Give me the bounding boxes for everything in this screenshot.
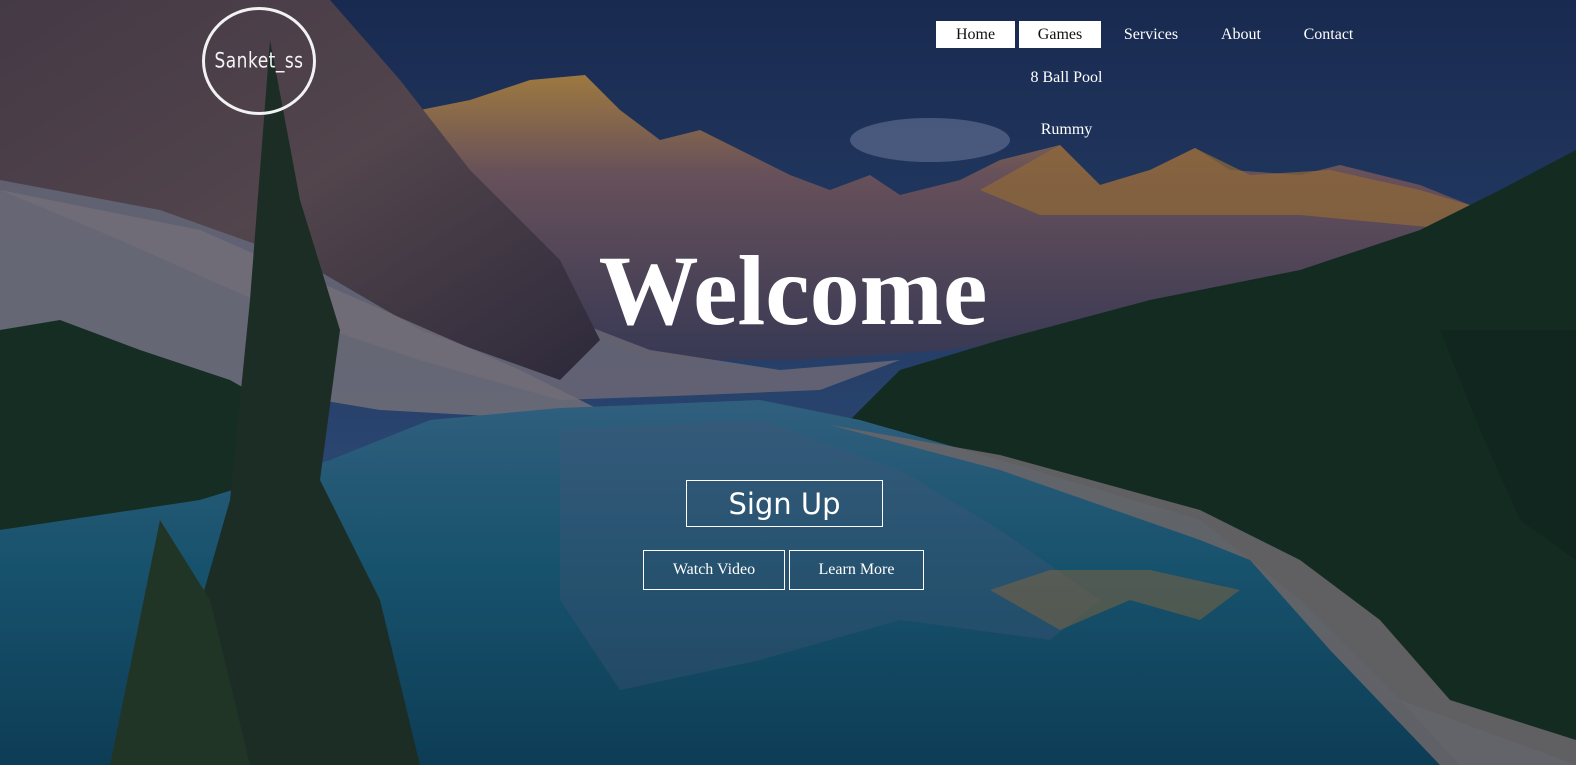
games-dropdown: 8 Ball Pool Rummy [1019, 66, 1114, 142]
hero-title: Welcome [598, 235, 988, 346]
learn-more-button[interactable]: Learn More [789, 550, 924, 590]
watch-video-button[interactable]: Watch Video [643, 550, 785, 590]
nav-home[interactable]: Home [936, 21, 1015, 48]
nav-services[interactable]: Services [1101, 21, 1201, 48]
site-logo[interactable]: Sanket_ss [202, 7, 316, 115]
dropdown-item-8-ball-pool[interactable]: 8 Ball Pool [1019, 66, 1114, 90]
logo-text: Sanket_ss [214, 48, 304, 74]
nav-games[interactable]: Games [1019, 21, 1101, 48]
main-nav: Home Games Services About Contact [936, 21, 1376, 48]
sign-up-button[interactable]: Sign Up [686, 480, 883, 527]
nav-contact[interactable]: Contact [1281, 21, 1376, 48]
background-dim-overlay [0, 0, 1576, 765]
nav-about[interactable]: About [1201, 21, 1281, 48]
dropdown-item-rummy[interactable]: Rummy [1019, 118, 1114, 142]
